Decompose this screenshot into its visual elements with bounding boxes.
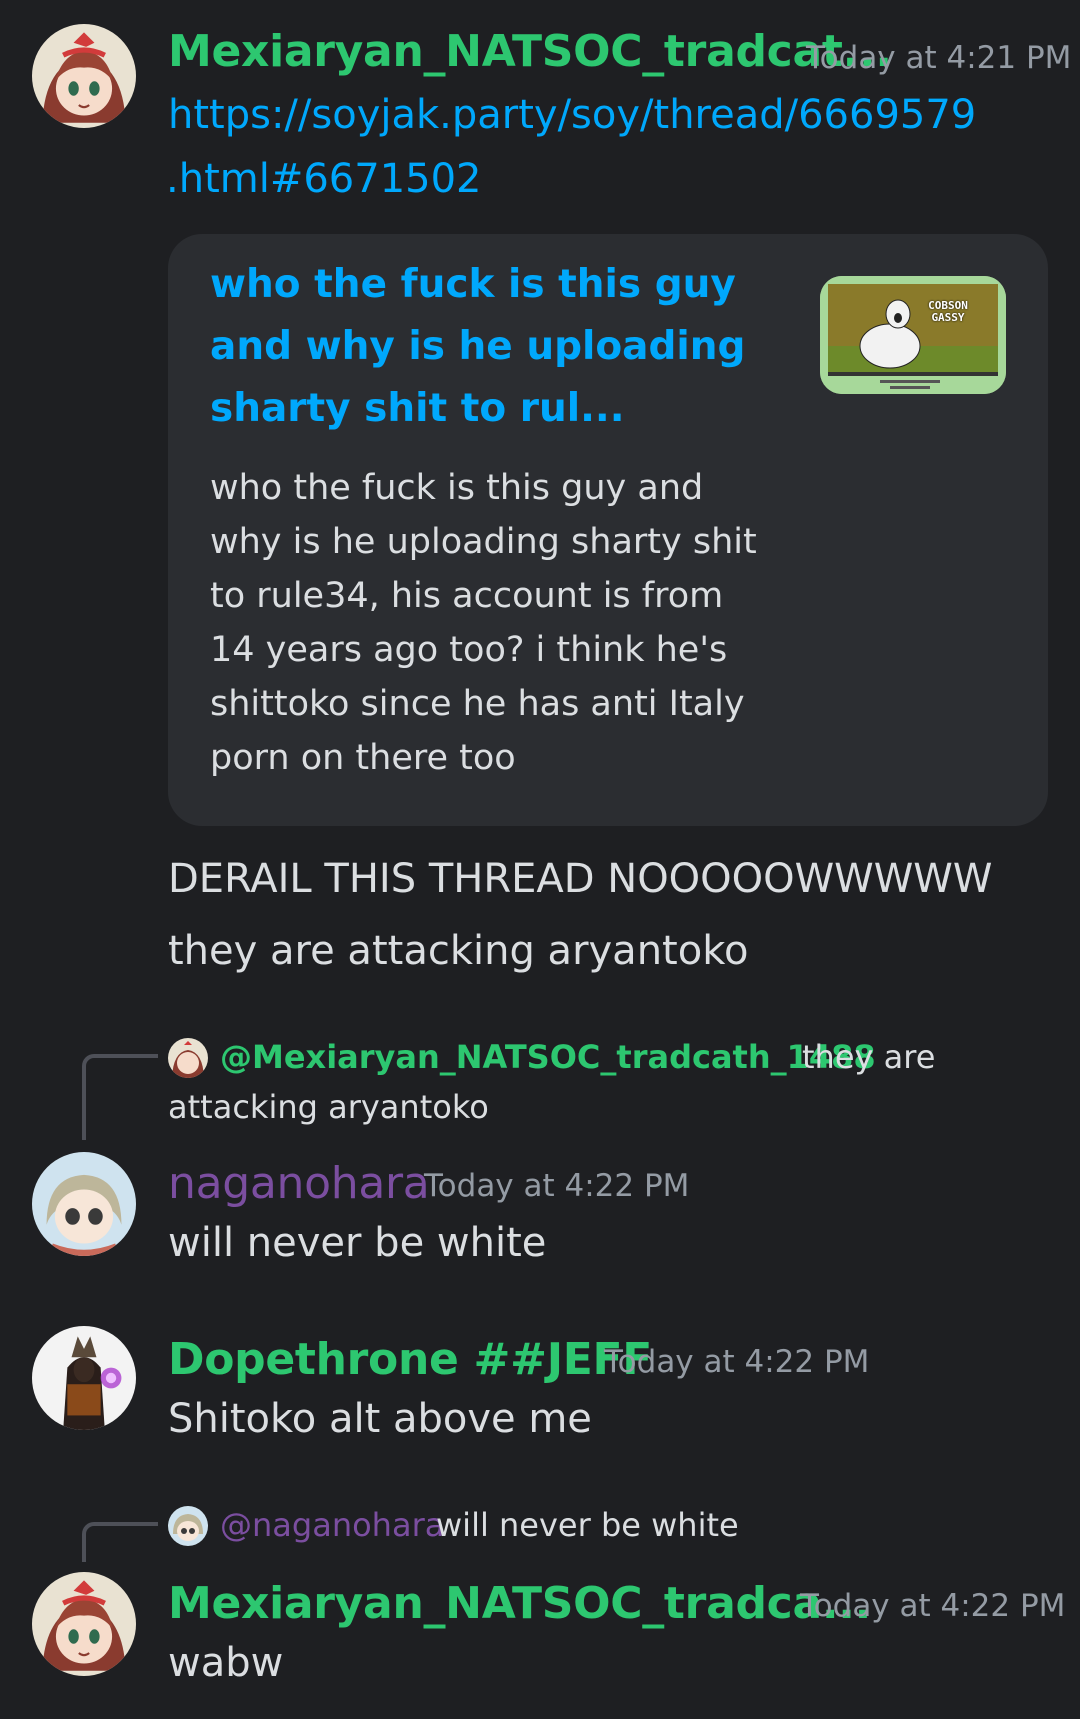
message-text: Shitoko alt above me (168, 1396, 592, 1442)
avatar[interactable] (32, 24, 136, 128)
embed-title[interactable]: sharty shit to rul... (210, 386, 625, 431)
message-link-continued[interactable]: .html#6671502 (166, 156, 482, 202)
embed-description: who the fuck is this guy and (210, 468, 704, 508)
reply-mention[interactable]: @naganohara (220, 1506, 444, 1544)
author-name[interactable]: Mexiaryan_NATSOC_tradcat... (168, 26, 892, 77)
reply-connector (82, 1522, 158, 1562)
message-link[interactable]: https://soyjak.party/soy/thread/6669579 (168, 92, 976, 138)
message-text: wabw (168, 1640, 284, 1686)
message-text: they are attacking aryantoko (168, 928, 749, 974)
reply-preview[interactable]: will never be white (436, 1506, 739, 1544)
anime-girl-avatar-icon (32, 24, 136, 128)
reply-preview[interactable]: they are (802, 1038, 935, 1076)
timestamp: Today at 4:22 PM (424, 1168, 690, 1204)
embed-title[interactable]: who the fuck is this guy (210, 262, 736, 307)
author-name[interactable]: Dopethrone ##JEFF (168, 1334, 652, 1385)
message-text: DERAIL THIS THREAD NOOOOOWWWWW (168, 856, 993, 902)
reply-mention[interactable]: @Mexiaryan_NATSOC_tradcath_1488 (220, 1038, 876, 1076)
cobson-thumbnail-image (820, 276, 1006, 394)
author-name[interactable]: naganohara (168, 1158, 430, 1209)
timestamp: Today at 4:21 PM (806, 40, 1072, 76)
embed-description: shittoko since he has anti Italy (210, 684, 745, 724)
avatar[interactable] (32, 1152, 136, 1256)
message-text: will never be white (168, 1220, 547, 1266)
author-name[interactable]: Mexiaryan_NATSOC_tradca... (168, 1578, 871, 1629)
reply-avatar[interactable] (168, 1506, 208, 1546)
thumbnail-caption: COBSON GASSY (928, 299, 968, 324)
embed-thumbnail[interactable]: COBSON GASSY (820, 276, 1006, 394)
anime-girl-pale-avatar-icon (32, 1152, 136, 1256)
reply-avatar[interactable] (168, 1038, 208, 1078)
avatar[interactable] (32, 1326, 136, 1430)
timestamp: Today at 4:22 PM (604, 1344, 870, 1380)
avatar[interactable] (32, 1572, 136, 1676)
embed-description: porn on there too (210, 738, 516, 778)
dark-warrior-avatar-icon (32, 1326, 136, 1430)
embed-description: why is he uploading sharty shit (210, 522, 757, 562)
timestamp: Today at 4:22 PM (800, 1588, 1066, 1624)
anime-girl-avatar-icon (168, 1038, 208, 1078)
reply-preview[interactable]: attacking aryantoko (168, 1088, 489, 1126)
embed-title[interactable]: and why is he uploading (210, 324, 745, 369)
anime-girl-pale-avatar-icon (168, 1506, 208, 1546)
embed-description: 14 years ago too? i think he's (210, 630, 728, 670)
reply-connector (82, 1054, 158, 1140)
anime-girl-avatar-icon (32, 1572, 136, 1676)
embed-description: to rule34, his account is from (210, 576, 724, 616)
